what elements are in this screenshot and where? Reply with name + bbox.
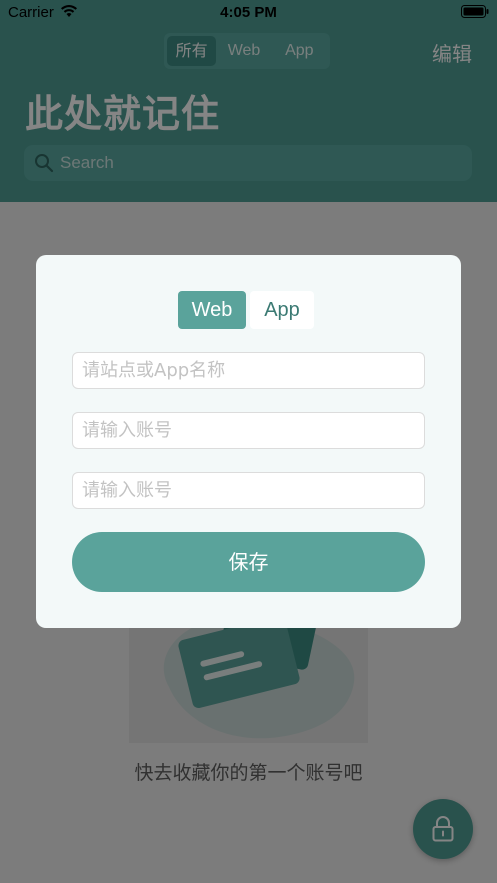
type-option-web[interactable]: Web bbox=[178, 291, 246, 329]
type-option-app[interactable]: App bbox=[250, 291, 314, 329]
add-account-modal: Web App 保存 bbox=[36, 255, 461, 628]
password-input[interactable] bbox=[72, 472, 425, 509]
site-name-input[interactable] bbox=[72, 352, 425, 389]
account-input[interactable] bbox=[72, 412, 425, 449]
type-toggle: Web App bbox=[178, 291, 316, 329]
save-button[interactable]: 保存 bbox=[72, 532, 425, 592]
